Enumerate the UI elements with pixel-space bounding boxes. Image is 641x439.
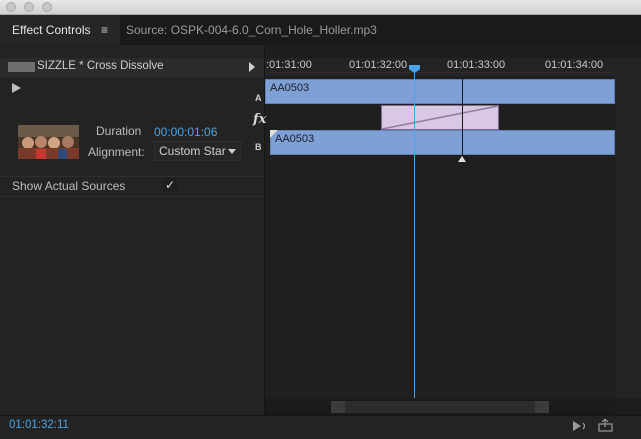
toggle-timeline-icon[interactable] <box>249 62 255 72</box>
clip-color-swatch <box>8 62 35 72</box>
thumbnail-image <box>18 125 79 159</box>
alignment-dropdown[interactable]: Custom Star <box>154 141 241 161</box>
show-actual-sources-checkbox[interactable]: ✓ <box>163 178 177 192</box>
divider <box>0 176 264 177</box>
tab-source-label: Source: OSPK-004-6.0_Corn_Hole_Holler.mp… <box>126 23 377 37</box>
track-b-label: B <box>255 142 262 152</box>
panel-tab-bar: Effect Controls ≡ Source: OSPK-004-6.0_C… <box>0 15 641 45</box>
clip-a-label: AA0503 <box>270 82 310 94</box>
alignment-value: Custom Star <box>159 144 226 158</box>
tab-effect-controls[interactable]: Effect Controls ≡ <box>0 15 120 45</box>
clip-a[interactable]: AA0503 <box>265 79 615 104</box>
scrollbar-track[interactable] <box>345 401 535 413</box>
ruler-tick-label: 01:01:33:00 <box>447 59 506 71</box>
transition-diagonal <box>382 106 498 129</box>
transition-clip[interactable] <box>381 105 499 130</box>
play-preview-icon[interactable] <box>12 83 21 93</box>
hamburger-menu-icon[interactable]: ≡ <box>101 15 108 45</box>
ruler-tick-label: 01:01:34:00 <box>545 59 604 71</box>
tab-effect-controls-label: Effect Controls <box>12 23 91 37</box>
clip-title: SIZZLE * Cross Dissolve <box>37 60 164 72</box>
minimize-window-button[interactable] <box>24 2 34 12</box>
scrollbar-right-handle[interactable] <box>535 401 549 413</box>
edit-point-marker[interactable] <box>458 156 466 162</box>
alignment-label: Alignment: <box>88 145 145 159</box>
divider <box>0 196 264 197</box>
duration-label: Duration <box>96 124 142 138</box>
track-a-label: A <box>255 93 262 103</box>
transition-thumbnail <box>18 125 79 159</box>
show-actual-sources-label: Show Actual Sources <box>12 179 126 193</box>
ruler-tick-label: :01:31:00 <box>266 59 312 71</box>
ruler-tick-label: 01:01:32:00 <box>349 59 408 71</box>
current-timecode[interactable]: 01:01:32:11 <box>9 419 69 431</box>
playhead-line[interactable] <box>414 68 415 398</box>
fx-icon: fx <box>253 112 267 127</box>
close-window-button[interactable] <box>6 2 16 12</box>
zoom-window-button[interactable] <box>42 2 52 12</box>
clip-b-label: AA0503 <box>275 133 315 145</box>
tab-source[interactable]: Source: OSPK-004-6.0_Corn_Hole_Holler.mp… <box>126 15 377 45</box>
window-titlebar <box>0 0 641 15</box>
play-audio-icon[interactable] <box>573 420 589 432</box>
panel-footer <box>0 415 641 439</box>
export-icon[interactable] <box>598 419 614 432</box>
clip-b[interactable]: AA0503 <box>270 130 615 155</box>
timeline-right-gutter <box>615 76 641 399</box>
clip-b-corner-marker <box>270 130 278 138</box>
effect-controls-pane <box>0 45 264 415</box>
chevron-down-icon <box>228 149 236 154</box>
scrollbar-left-handle[interactable] <box>331 401 345 413</box>
edit-point-line <box>462 78 463 156</box>
duration-value[interactable]: 00:00:01:06 <box>154 125 217 139</box>
